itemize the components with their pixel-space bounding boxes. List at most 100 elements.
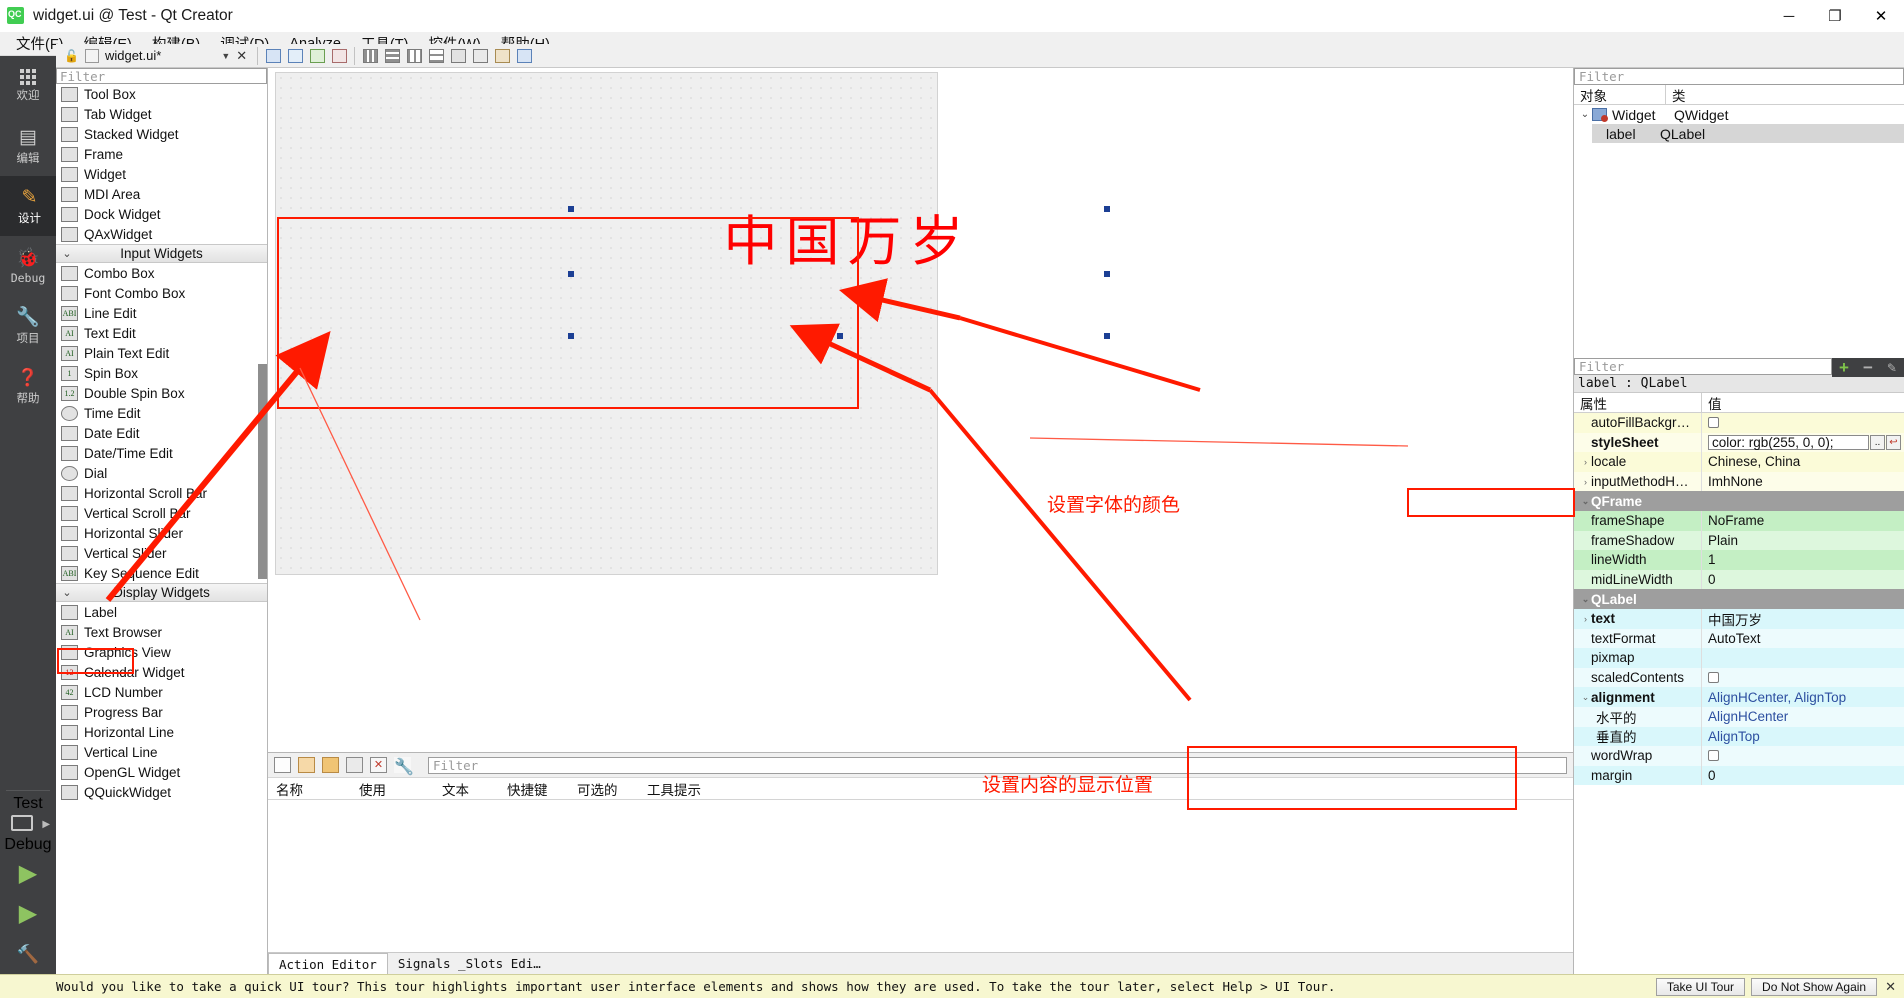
- widget-item-horizontal-slider[interactable]: Horizontal Slider: [56, 523, 267, 543]
- widget-item-tool-box[interactable]: Tool Box: [56, 84, 267, 104]
- layout-horizontally-button[interactable]: [360, 46, 380, 66]
- widget-item-widget[interactable]: Widget: [56, 164, 267, 184]
- kit-buildconfig[interactable]: Debug: [0, 836, 56, 854]
- widget-item-qaxwidget[interactable]: QAxWidget: [56, 224, 267, 244]
- widget-item-combo-box[interactable]: Combo Box: [56, 263, 267, 283]
- widget-item-vertical-line[interactable]: Vertical Line: [56, 742, 267, 762]
- kit-target-selector[interactable]: ▶: [0, 813, 56, 836]
- property-row-text[interactable]: › text 中国万岁: [1574, 608, 1904, 629]
- edit-signals-slots-button[interactable]: [285, 46, 305, 66]
- column-header-property[interactable]: 属性: [1574, 393, 1702, 412]
- copy-action-button[interactable]: [322, 757, 339, 773]
- stylesheet-reset-button[interactable]: ↩: [1886, 434, 1901, 450]
- edit-action-button[interactable]: [298, 757, 315, 773]
- widget-item-frame[interactable]: Frame: [56, 144, 267, 164]
- resize-handle-bottom-mid[interactable]: [837, 333, 843, 339]
- mode-debug[interactable]: 🐞 Debug: [0, 236, 56, 296]
- property-row-alignment-vertical[interactable]: 垂直的 AlignTop: [1574, 726, 1904, 747]
- mode-welcome[interactable]: 欢迎: [0, 56, 56, 116]
- tab-action-editor[interactable]: Action Editor: [268, 953, 388, 974]
- widget-box-scrollbar-thumb[interactable]: [258, 364, 267, 579]
- property-editor-filter-input[interactable]: Filter: [1574, 358, 1832, 375]
- layout-horizontally-splitter-button[interactable]: [404, 46, 424, 66]
- take-ui-tour-button[interactable]: Take UI Tour: [1655, 977, 1746, 996]
- widget-item-dial[interactable]: Dial: [56, 463, 267, 483]
- delete-action-button[interactable]: ✕: [370, 757, 387, 773]
- new-action-button[interactable]: [274, 757, 291, 773]
- column-header-used[interactable]: 使用: [351, 779, 434, 799]
- widget-item-progress-bar[interactable]: Progress Bar: [56, 702, 267, 722]
- scaledcontents-checkbox[interactable]: [1708, 672, 1719, 684]
- plus-icon[interactable]: +: [1839, 359, 1849, 376]
- widget-box-filter-input[interactable]: Filter: [56, 68, 267, 84]
- mode-edit[interactable]: ▤ 编辑: [0, 116, 56, 176]
- property-row-alignment-horizontal[interactable]: 水平的 AlignHCenter: [1574, 706, 1904, 727]
- selected-label-widget[interactable]: 中国万岁: [556, 167, 1139, 363]
- widget-item-tab-widget[interactable]: Tab Widget: [56, 104, 267, 124]
- widget-item-font-combo-box[interactable]: Font Combo Box: [56, 283, 267, 303]
- property-group-qlabel[interactable]: ⌄ QLabel: [1574, 589, 1904, 609]
- close-icon[interactable]: ✕: [236, 48, 247, 64]
- resize-handle-right-mid[interactable]: [1104, 271, 1110, 277]
- maximize-button[interactable]: ❐: [1812, 0, 1858, 32]
- property-row-inputmethodhints[interactable]: › inputMethodH… ImhNone: [1574, 471, 1904, 492]
- chevron-down-icon[interactable]: ⌄: [1580, 594, 1591, 605]
- build-button[interactable]: 🔨: [0, 934, 56, 974]
- widget-category-input-widgets[interactable]: ⌄ Input Widgets: [56, 244, 267, 263]
- stylesheet-edit-button[interactable]: ..: [1870, 434, 1885, 450]
- form-window[interactable]: 中国万岁: [275, 72, 1110, 575]
- property-group-qframe[interactable]: ⌄ QFrame: [1574, 491, 1904, 511]
- widget-item-line-edit[interactable]: ABI Line Edit: [56, 303, 267, 323]
- layout-grid-button[interactable]: [448, 46, 468, 66]
- column-header-text[interactable]: 文本: [434, 779, 499, 799]
- mode-design[interactable]: ✎ 设计: [0, 176, 56, 236]
- autofillbackground-checkbox[interactable]: [1708, 417, 1719, 429]
- layout-vertically-splitter-button[interactable]: [426, 46, 446, 66]
- close-button[interactable]: ✕: [1858, 0, 1904, 32]
- widget-item-horizontal-line[interactable]: Horizontal Line: [56, 722, 267, 742]
- widget-item-key-sequence-edit[interactable]: ABI Key Sequence Edit: [56, 563, 267, 583]
- widget-item-plain-text-edit[interactable]: AI Plain Text Edit: [56, 343, 267, 363]
- widget-item-graphics-view[interactable]: Graphics View: [56, 642, 267, 662]
- chevron-right-icon[interactable]: ›: [1580, 614, 1591, 624]
- property-row-locale[interactable]: › locale Chinese, China: [1574, 452, 1904, 472]
- widget-item-vertical-slider[interactable]: Vertical Slider: [56, 543, 267, 563]
- debug-button[interactable]: ▶: [0, 894, 56, 934]
- column-header-object[interactable]: 对象: [1574, 85, 1666, 104]
- edit-widgets-button[interactable]: [263, 46, 283, 66]
- chevron-down-icon[interactable]: ▼: [221, 51, 230, 61]
- widget-item-date-time-edit[interactable]: Date/Time Edit: [56, 443, 267, 463]
- widget-item-text-browser[interactable]: AI Text Browser: [56, 622, 267, 642]
- property-row-alignment[interactable]: ⌄ alignment AlignHCenter, AlignTop: [1574, 687, 1904, 707]
- adjust-size-button[interactable]: [514, 46, 534, 66]
- property-row-wordwrap[interactable]: wordWrap: [1574, 746, 1904, 766]
- edit-tab-order-button[interactable]: [329, 46, 349, 66]
- object-row-widget[interactable]: ⌄ Widget QWidget: [1574, 105, 1904, 124]
- chevron-down-icon[interactable]: ⌄: [1578, 109, 1592, 120]
- mode-help[interactable]: ❓ 帮助: [0, 356, 56, 416]
- chevron-down-icon[interactable]: ⌄: [1580, 496, 1591, 507]
- widget-item-lcd-number[interactable]: 42 LCD Number: [56, 682, 267, 702]
- widget-item-time-edit[interactable]: Time Edit: [56, 403, 267, 423]
- widget-category-display-widgets[interactable]: ⌄ Display Widgets: [56, 583, 267, 602]
- property-row-scaledcontents[interactable]: scaledContents: [1574, 667, 1904, 688]
- column-header-value[interactable]: 值: [1702, 393, 1722, 412]
- edit-buddies-button[interactable]: [307, 46, 327, 66]
- widget-item-date-edit[interactable]: Date Edit: [56, 423, 267, 443]
- column-header-name[interactable]: 名称: [268, 779, 351, 799]
- configure-icon[interactable]: ✎: [1887, 361, 1897, 375]
- widget-item-mdi-area[interactable]: MDI Area: [56, 184, 267, 204]
- property-row-linewidth[interactable]: lineWidth 1: [1574, 550, 1904, 570]
- layout-form-button[interactable]: [470, 46, 490, 66]
- column-header-class[interactable]: 类: [1666, 85, 1686, 104]
- close-icon[interactable]: ✕: [1885, 979, 1896, 995]
- widget-item-text-edit[interactable]: AI Text Edit: [56, 323, 267, 343]
- widget-item-horizontal-scroll-bar[interactable]: Horizontal Scroll Bar: [56, 483, 267, 503]
- minimize-button[interactable]: ─: [1766, 0, 1812, 32]
- property-row-frameshadow[interactable]: frameShadow Plain: [1574, 530, 1904, 551]
- column-header-tooltip[interactable]: 工具提示: [639, 779, 759, 799]
- open-document-selector[interactable]: 🔓 widget.ui* ▼: [56, 48, 230, 63]
- chevron-right-icon[interactable]: ›: [1580, 477, 1591, 487]
- stylesheet-value-input[interactable]: color: rgb(255, 0, 0);: [1708, 434, 1869, 450]
- resize-handle-right[interactable]: [1104, 206, 1110, 212]
